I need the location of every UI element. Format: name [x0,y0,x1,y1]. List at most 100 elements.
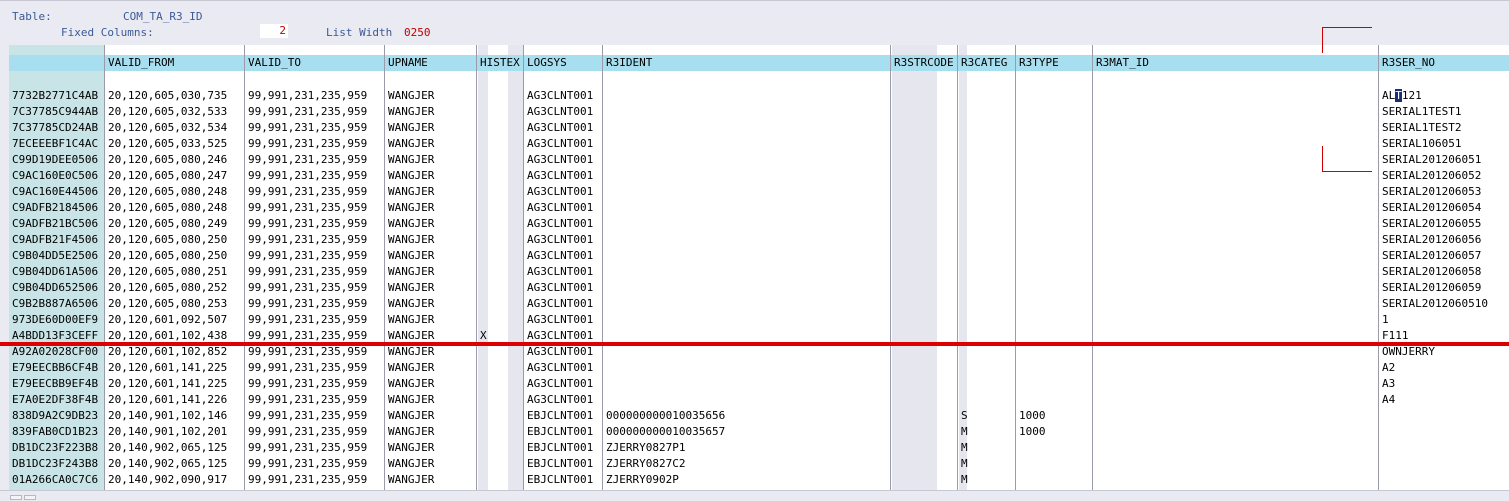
table-row[interactable]: C9ADFB2184506 20,120,605,080,248 99,991,23… [9,200,1509,216]
table-row[interactable]: 7ECEEEBF1C4AC 20,120,605,033,525 99,991,23… [9,136,1509,152]
cell-valid-from[interactable]: 20,120,605,032,534 [105,120,245,136]
cell-histex[interactable] [477,200,524,216]
cell-r3mat-id[interactable] [1093,312,1379,328]
cell-r3ident[interactable] [603,104,891,120]
cell-logsys[interactable]: AG3CLNT001 [524,200,603,216]
cell-r3ser-no[interactable]: SERIAL1TEST1 [1379,104,1509,120]
cell-r3strcode[interactable] [891,200,958,216]
cell-histex[interactable] [477,296,524,312]
cell-logsys[interactable]: AG3CLNT001 [524,360,603,376]
cell-r3ser-no[interactable] [1379,440,1509,456]
cell-r3strcode[interactable] [891,424,958,440]
cell-r3strcode[interactable] [891,104,958,120]
cell-histex[interactable] [477,232,524,248]
cell-r3mat-id[interactable] [1093,344,1379,360]
cell-r3categ[interactable] [958,120,1016,136]
cell-valid-to[interactable]: 99,991,231,235,959 [245,136,385,152]
cell-key[interactable]: DB1DC23F223B8 [9,440,105,456]
cell-r3ser-no[interactable] [1379,408,1509,424]
cell-r3mat-id[interactable] [1093,216,1379,232]
table-row[interactable]: A92A02028CF00 20,120,601,102,852 99,991,23… [9,344,1509,360]
cell-logsys[interactable]: EBJCLNT001 [524,456,603,472]
cell-upname[interactable]: WANGJER [385,264,477,280]
cell-r3type[interactable] [1016,264,1093,280]
cell-valid-to[interactable]: 99,991,231,235,959 [245,104,385,120]
table-row[interactable]: C9B04DD652506 20,120,605,080,252 99,991,23… [9,280,1509,296]
column-header-r3ident[interactable]: R3IDENT [603,55,891,71]
cell-r3categ[interactable]: S [958,408,1016,424]
cell-upname[interactable]: WANGJER [385,216,477,232]
cell-r3ser-no[interactable] [1379,472,1509,488]
cell-r3categ[interactable] [958,152,1016,168]
cell-r3categ[interactable] [958,88,1016,104]
cell-r3ident[interactable] [603,280,891,296]
cell-r3ser-no[interactable]: SERIAL106051 [1379,136,1509,152]
cell-valid-to[interactable]: 99,991,231,235,959 [245,456,385,472]
cell-r3mat-id[interactable] [1093,360,1379,376]
cell-r3ident[interactable] [603,392,891,408]
cell-r3ident[interactable]: 000000000010035657 [603,424,891,440]
cell-histex[interactable] [477,216,524,232]
cell-upname[interactable]: WANGJER [385,376,477,392]
cell-r3ident[interactable]: ZJERRY0827C2 [603,456,891,472]
cell-r3mat-id[interactable] [1093,392,1379,408]
cell-key[interactable]: C9ADFB21BC506 [9,216,105,232]
cell-valid-to[interactable]: 99,991,231,235,959 [245,168,385,184]
cell-r3strcode[interactable] [891,136,958,152]
cell-upname[interactable]: WANGJER [385,408,477,424]
cell-key[interactable]: 839FAB0CD1B23 [9,424,105,440]
cell-r3ser-no[interactable]: OWNJERRY [1379,344,1509,360]
column-header-r3mat-id[interactable]: R3MAT_ID [1093,55,1379,71]
cell-logsys[interactable]: AG3CLNT001 [524,104,603,120]
cell-r3categ[interactable] [958,216,1016,232]
cell-r3mat-id[interactable] [1093,376,1379,392]
cell-histex[interactable] [477,344,524,360]
cell-key[interactable]: C99D19DEE0506 [9,152,105,168]
column-header-upname[interactable]: UPNAME [385,55,477,71]
cell-r3mat-id[interactable] [1093,248,1379,264]
cell-r3ser-no[interactable]: A2 [1379,360,1509,376]
cell-valid-from[interactable]: 20,120,605,080,249 [105,216,245,232]
cell-histex[interactable] [477,104,524,120]
table-row[interactable]: 839FAB0CD1B23 20,140,901,102,201 99,991,23… [9,424,1509,440]
cell-r3categ[interactable] [958,264,1016,280]
cell-r3type[interactable] [1016,440,1093,456]
cell-valid-from[interactable]: 20,120,601,102,852 [105,344,245,360]
cell-valid-to[interactable]: 99,991,231,235,959 [245,248,385,264]
cell-histex[interactable] [477,88,524,104]
cell-upname[interactable]: WANGJER [385,360,477,376]
cell-valid-from[interactable]: 20,120,605,080,250 [105,232,245,248]
cell-upname[interactable]: WANGJER [385,136,477,152]
cell-r3strcode[interactable] [891,120,958,136]
cell-valid-from[interactable]: 20,120,605,032,533 [105,104,245,120]
cell-valid-to[interactable]: 99,991,231,235,959 [245,376,385,392]
cell-key[interactable]: 01A266CA0C7C6 [9,472,105,488]
cell-logsys[interactable]: AG3CLNT001 [524,280,603,296]
cell-r3ident[interactable] [603,200,891,216]
cell-r3type[interactable] [1016,88,1093,104]
cell-r3type[interactable] [1016,184,1093,200]
cell-r3mat-id[interactable] [1093,296,1379,312]
cell-r3categ[interactable]: M [958,440,1016,456]
cell-r3type[interactable] [1016,296,1093,312]
column-header-r3categ[interactable]: R3CATEG [958,55,1016,71]
cell-r3ident[interactable] [603,344,891,360]
cell-histex[interactable] [477,136,524,152]
cell-valid-from[interactable]: 20,120,601,141,225 [105,360,245,376]
cell-r3ident[interactable] [603,184,891,200]
cell-logsys[interactable]: AG3CLNT001 [524,88,603,104]
cell-logsys[interactable]: AG3CLNT001 [524,344,603,360]
cell-valid-to[interactable]: 99,991,231,235,959 [245,232,385,248]
cell-valid-to[interactable]: 99,991,231,235,959 [245,184,385,200]
cell-r3categ[interactable] [958,232,1016,248]
cell-histex[interactable] [477,360,524,376]
cell-logsys[interactable]: EBJCLNT001 [524,424,603,440]
column-header-logsys[interactable]: LOGSYS [524,55,603,71]
cell-valid-from[interactable]: 20,120,605,080,250 [105,248,245,264]
cell-valid-to[interactable]: 99,991,231,235,959 [245,296,385,312]
cell-r3ser-no[interactable]: SERIAL201206051 [1379,152,1509,168]
cell-r3categ[interactable] [958,360,1016,376]
cell-upname[interactable]: WANGJER [385,296,477,312]
cell-r3ident[interactable]: ZJERRY0902P [603,472,891,488]
cell-r3type[interactable] [1016,312,1093,328]
